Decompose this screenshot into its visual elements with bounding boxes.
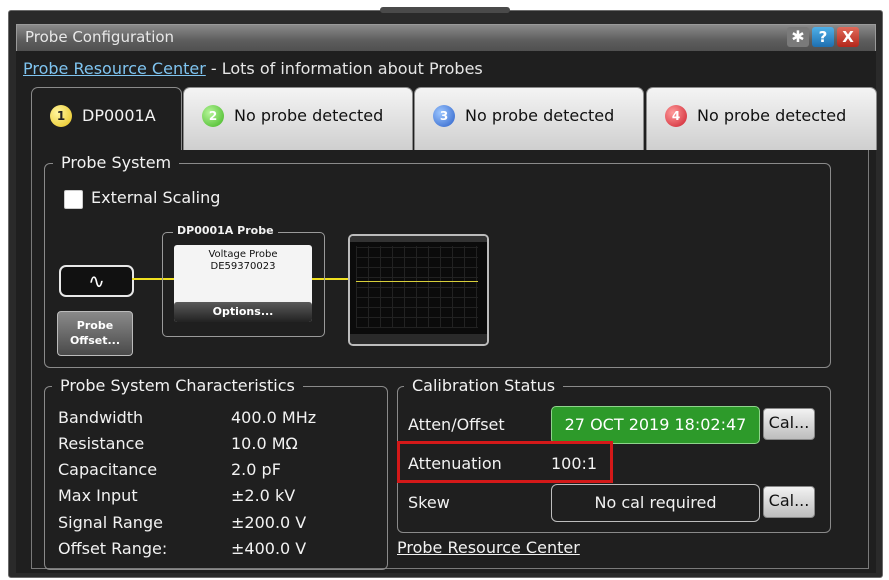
attenuation-highlight (397, 441, 613, 483)
top-notch (380, 7, 510, 13)
close-button[interactable]: X (837, 27, 859, 47)
probe-4-number-icon: 4 (665, 105, 687, 127)
probe-resource-center-link[interactable]: Probe Resource Center (23, 59, 206, 78)
atten-offset-cal-button[interactable]: Cal... (763, 408, 815, 440)
skew-cal-button[interactable]: Cal... (763, 486, 815, 518)
tab-probe-2[interactable]: 2 No probe detected (183, 87, 413, 150)
resource-line: Probe Resource Center - Lots of informat… (23, 59, 483, 78)
probe-1-number-icon: 1 (50, 105, 72, 127)
tab-probe-3[interactable]: 3 No probe detected (414, 87, 644, 150)
char-value: ±400.0 V (231, 539, 307, 558)
tab-label: DP0001A (82, 106, 156, 125)
tab-probe-1[interactable]: 1 DP0001A (31, 87, 182, 152)
probe-3-number-icon: 3 (433, 105, 455, 127)
offset-btn-line1: Probe (76, 319, 114, 332)
char-label: Capacitance (58, 460, 158, 479)
tab-probe-4[interactable]: 4 No probe detected (646, 87, 877, 150)
char-label: Offset Range: (58, 539, 168, 558)
skew-label: Skew (408, 493, 450, 512)
probe-type: Voltage Probe (208, 249, 278, 260)
probe-config-window: Probe Configuration ✱ ? X Probe Resource… (0, 0, 889, 580)
tab-label: No probe detected (234, 106, 384, 125)
probe-resource-center-bottom-link[interactable]: Probe Resource Center (397, 538, 580, 557)
char-value: 2.0 pF (231, 460, 281, 479)
characteristics-legend: Probe System Characteristics (52, 376, 303, 395)
title-bar: Probe Configuration ✱ ? X (16, 24, 876, 52)
external-scaling-checkbox[interactable] (64, 190, 83, 209)
sine-wave-icon: ∿ (59, 265, 134, 297)
char-label: Bandwidth (58, 408, 144, 427)
gear-icon[interactable]: ✱ (787, 27, 809, 47)
char-label: Resistance (58, 434, 145, 453)
char-value: 400.0 MHz (231, 408, 317, 427)
char-value: 10.0 MΩ (231, 434, 298, 453)
help-button[interactable]: ? (812, 27, 834, 47)
probe-offset-button[interactable]: Probe Offset... (57, 311, 133, 356)
external-scaling-label: External Scaling (91, 188, 221, 207)
char-value: ±2.0 kV (231, 486, 296, 505)
calibration-legend: Calibration Status (404, 376, 564, 395)
probe-caption: DP0001A Probe (173, 224, 278, 237)
char-label: Max Input (58, 486, 138, 505)
char-value: ±200.0 V (231, 513, 307, 532)
offset-btn-line2: Offset... (69, 334, 121, 347)
char-label: Signal Range (58, 513, 163, 532)
probe-serial: DE59370023 (210, 261, 276, 272)
tab-label: No probe detected (465, 106, 615, 125)
window-title: Probe Configuration (25, 28, 175, 46)
skew-value: No cal required (551, 484, 760, 522)
resource-description: - Lots of information about Probes (210, 59, 483, 78)
probe-2-number-icon: 2 (202, 105, 224, 127)
atten-offset-date: 27 OCT 2019 18:02:47 (551, 406, 760, 444)
scope-top-bar (350, 236, 487, 242)
scope-grid (356, 246, 478, 328)
options-button[interactable]: Options... (174, 302, 312, 322)
atten-offset-label: Atten/Offset (408, 415, 505, 434)
scope-trace (356, 281, 478, 282)
oscilloscope-thumbnail (348, 234, 489, 346)
scope-bottom-bar (350, 334, 487, 344)
tab-label: No probe detected (697, 106, 847, 125)
probe-system-legend: Probe System (53, 153, 180, 172)
